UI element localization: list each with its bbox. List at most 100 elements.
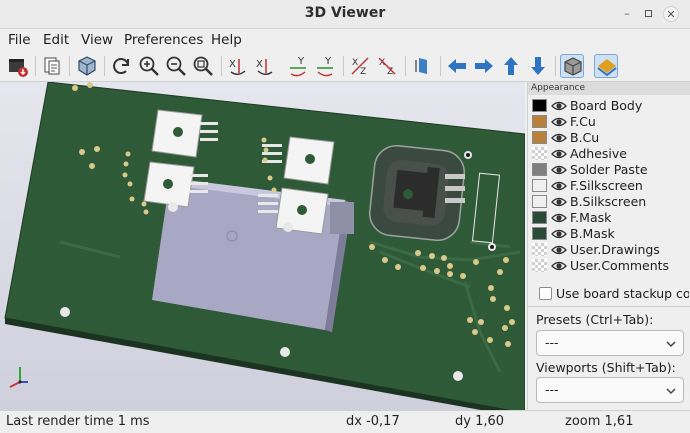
close-button[interactable]: ✕: [663, 6, 679, 22]
title-bar: 3D Viewer – ✕: [0, 0, 690, 29]
layer-row[interactable]: Solder Paste: [532, 162, 688, 178]
rotate-z-clockwise-button[interactable]: X Z: [348, 54, 372, 78]
rotate-z-counterclockwise-button[interactable]: X Z: [375, 54, 399, 78]
axis-x-label: X: [256, 59, 263, 70]
layer-color-swatch[interactable]: [532, 211, 547, 224]
layer-name: User.Drawings: [570, 242, 660, 257]
visibility-eye-icon[interactable]: [551, 259, 567, 273]
minimize-button[interactable]: –: [619, 6, 635, 22]
move-up-button[interactable]: [499, 54, 523, 78]
axis-gizmo: [9, 367, 28, 388]
zoom-out-button[interactable]: [164, 54, 188, 78]
layer-row[interactable]: B.Silkscreen: [532, 194, 688, 210]
move-down-button[interactable]: [526, 54, 550, 78]
menu-preferences[interactable]: Preferences: [124, 32, 203, 48]
layer-name: F.Cu: [570, 114, 596, 129]
presets-value: ---: [545, 335, 559, 350]
3d-canvas[interactable]: [0, 82, 525, 410]
layer-color-swatch[interactable]: [532, 147, 547, 160]
layer-name: Board Body: [570, 98, 643, 113]
visibility-eye-icon[interactable]: [551, 99, 567, 113]
rotate-y-ccw-icon: Y: [317, 56, 333, 77]
export-image-button[interactable]: [6, 54, 30, 78]
window-title: 3D Viewer: [304, 5, 386, 21]
layer-row[interactable]: Adhesive: [532, 146, 688, 162]
layer-color-swatch[interactable]: [532, 195, 547, 208]
appearance-header: Appearance: [528, 82, 690, 95]
layer-row[interactable]: B.Cu: [532, 130, 688, 146]
inductor: [368, 144, 466, 242]
flip-board-icon: [415, 58, 427, 74]
presets-select[interactable]: ---: [536, 330, 684, 356]
layer-name: B.Mask: [570, 226, 615, 241]
visibility-eye-icon[interactable]: [551, 243, 567, 257]
visibility-eye-icon[interactable]: [551, 147, 567, 161]
arrow-up-icon: [504, 57, 518, 75]
move-left-button[interactable]: [445, 54, 469, 78]
visibility-eye-icon[interactable]: [551, 211, 567, 225]
layer-row[interactable]: User.Comments: [532, 258, 688, 274]
arrow-down-icon: [531, 57, 545, 75]
layer-name: Adhesive: [570, 146, 627, 161]
layer-color-swatch[interactable]: [532, 179, 547, 192]
zoom-in-icon: [139, 56, 159, 76]
flip-board-button[interactable]: [411, 54, 435, 78]
stackup-checkbox[interactable]: [539, 287, 552, 300]
layer-color-swatch[interactable]: [532, 131, 547, 144]
layer-row[interactable]: User.Drawings: [532, 242, 688, 258]
stackup-label: Use board stackup colors: [556, 286, 689, 301]
layer-name: User.Comments: [570, 258, 670, 273]
menu-view[interactable]: View: [81, 32, 113, 48]
visibility-eye-icon[interactable]: [551, 195, 567, 209]
reload-button[interactable]: [109, 54, 133, 78]
view-3d-button[interactable]: [75, 54, 99, 78]
layer-color-swatch[interactable]: [532, 115, 547, 128]
viewports-select[interactable]: ---: [536, 377, 684, 403]
rotate-x-clockwise-button[interactable]: X: [226, 54, 250, 78]
copy-to-clipboard-button[interactable]: [40, 54, 64, 78]
stackup-row[interactable]: Use board stackup colors: [528, 282, 690, 306]
visibility-eye-icon[interactable]: [551, 115, 567, 129]
dy-readout: dy 1,60: [455, 414, 505, 429]
menu-edit[interactable]: Edit: [43, 32, 69, 48]
layer-row[interactable]: B.Mask: [532, 226, 688, 242]
layer-color-swatch[interactable]: [532, 259, 547, 272]
maximize-button[interactable]: [641, 6, 657, 22]
layer-row[interactable]: F.Cu: [532, 114, 688, 130]
layer-name: B.Cu: [570, 130, 600, 145]
layer-name: B.Silkscreen: [570, 194, 647, 209]
rotate-y-counterclockwise-button[interactable]: Y: [313, 54, 337, 78]
layer-row[interactable]: F.Mask: [532, 210, 688, 226]
visibility-eye-icon[interactable]: [551, 163, 567, 177]
layer-color-swatch[interactable]: [532, 99, 547, 112]
layer-row[interactable]: F.Silkscreen: [532, 178, 688, 194]
rotate-x-counterclockwise-button[interactable]: X: [253, 54, 277, 78]
menu-help[interactable]: Help: [211, 32, 242, 48]
layer-color-swatch[interactable]: [532, 163, 547, 176]
zoom-in-button[interactable]: [137, 54, 161, 78]
visibility-eye-icon[interactable]: [551, 131, 567, 145]
toggle-raytracing-button[interactable]: [594, 54, 618, 78]
clipboard-icon: [44, 57, 60, 75]
menu-file[interactable]: File: [8, 32, 31, 48]
zoom-out-icon: [166, 56, 186, 76]
rotate-z-cw-icon: X Z: [351, 57, 369, 77]
visibility-eye-icon[interactable]: [551, 227, 567, 241]
rotate-y-clockwise-button[interactable]: Y: [286, 54, 310, 78]
layer-color-swatch[interactable]: [532, 227, 547, 240]
layer-color-swatch[interactable]: [532, 243, 547, 256]
visibility-eye-icon[interactable]: [551, 179, 567, 193]
export-image-icon: [9, 59, 28, 77]
move-right-button[interactable]: [472, 54, 496, 78]
rotate-y-cw-icon: Y: [290, 56, 306, 77]
axis-y-label: Y: [297, 56, 305, 67]
cube-icon: [78, 56, 96, 76]
layer-row[interactable]: Board Body: [532, 98, 688, 114]
toggle-orthographic-button[interactable]: [560, 54, 584, 78]
zoom-fit-button[interactable]: [191, 54, 215, 78]
chevron-down-icon: [666, 341, 676, 348]
toolbar: X X Y Y X Z X Z: [0, 51, 690, 82]
rotate-x-ccw-icon: X: [256, 59, 273, 75]
rotate-z-ccw-icon: X Z: [378, 57, 396, 77]
rotate-x-cw-icon: X: [229, 59, 246, 75]
